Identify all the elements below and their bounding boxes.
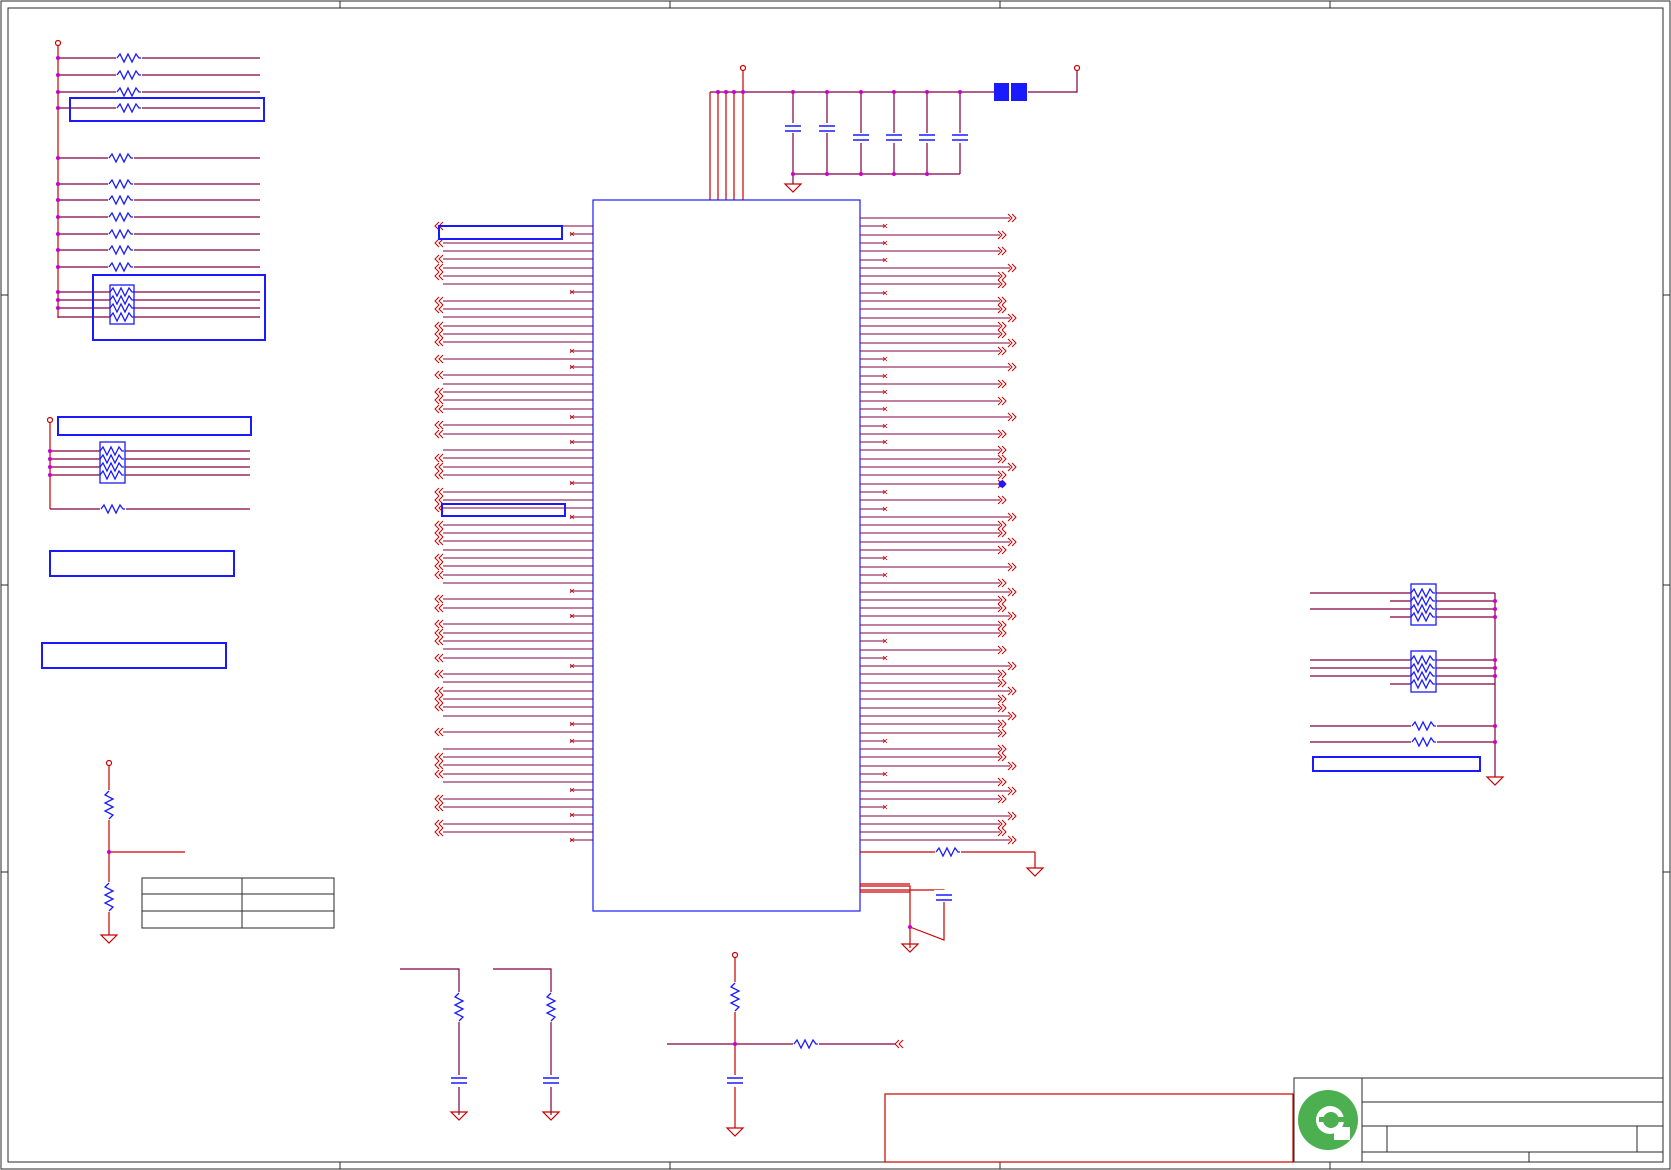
off-page-connector-icon — [434, 254, 444, 264]
off-page-connector-icon — [434, 429, 444, 439]
off-page-connector-icon — [434, 495, 444, 505]
company-logo-icon — [1298, 1090, 1358, 1150]
pullup-resistor-block-2 — [41, 416, 252, 669]
off-page-connector-icon — [434, 395, 444, 405]
off-page-connector-icon — [434, 570, 444, 580]
off-page-connector-icon — [434, 304, 444, 314]
schematic-sheet — [0, 0, 1671, 1170]
resistor-network-icon — [99, 441, 126, 484]
voltage-divider — [100, 759, 335, 944]
off-page-connector-icon — [434, 702, 444, 712]
off-page-connector-icon — [434, 462, 444, 472]
off-page-connector-icon — [434, 370, 444, 380]
note-box — [57, 416, 252, 436]
off-page-connector-icon — [434, 694, 444, 704]
off-page-connector-icon — [434, 594, 444, 604]
off-page-connector-icon — [434, 321, 444, 331]
off-page-connector-icon — [434, 453, 444, 463]
pullup-resistor-block — [54, 39, 266, 341]
off-page-connector-icon — [434, 669, 444, 679]
off-page-connector-icon — [434, 337, 444, 347]
off-page-connector-icon — [894, 1039, 904, 1049]
test-point-icon — [998, 480, 1006, 488]
off-page-connector-icon — [434, 819, 444, 829]
off-page-connector-icon — [434, 628, 444, 638]
off-page-connector-icon — [434, 520, 444, 530]
off-page-connector-icon — [434, 329, 444, 339]
off-page-connector-icon — [434, 619, 444, 629]
bottom-rc-filters — [400, 951, 904, 1137]
off-page-connector-icon — [434, 561, 444, 571]
note-box — [1312, 756, 1481, 772]
off-page-connector-icon — [434, 271, 444, 281]
off-page-connector-icon — [434, 296, 444, 306]
off-page-connector-icon — [434, 827, 444, 837]
off-page-connector-icon — [434, 238, 444, 248]
title-block — [884, 1077, 1664, 1163]
power-port-icon — [739, 64, 747, 72]
right-resistor-arrays — [1310, 583, 1504, 786]
ic-left-pins — [434, 221, 593, 843]
note-box — [441, 503, 566, 517]
off-page-connector-icon — [434, 636, 444, 646]
power-port-icon — [105, 759, 113, 767]
resistor-network-icon — [1410, 583, 1437, 626]
note-box — [69, 97, 265, 122]
power-port-icon — [731, 951, 739, 959]
off-page-connector-icon — [434, 354, 444, 364]
off-page-connector-icon — [434, 769, 444, 779]
resistor-network-icon — [1410, 650, 1437, 693]
power-decoupling — [709, 64, 1081, 200]
off-page-connector-icon — [434, 686, 444, 696]
off-page-connector-icon — [434, 528, 444, 538]
off-page-connector-icon — [434, 404, 444, 414]
note-box — [49, 550, 235, 577]
ic-right-pins — [860, 213, 1017, 845]
off-page-connector-icon — [434, 802, 444, 812]
off-page-connector-icon — [434, 752, 444, 762]
ground-icon — [1486, 776, 1504, 786]
note-box — [438, 225, 563, 240]
ground-icon — [726, 1127, 744, 1137]
ground-icon — [100, 934, 118, 944]
off-page-connector-icon — [434, 553, 444, 563]
off-page-connector-icon — [434, 470, 444, 480]
main-ic-body — [592, 199, 861, 912]
ic-bottom-right-circuit — [860, 847, 1044, 953]
power-port-icon — [1073, 64, 1081, 72]
note-box — [41, 642, 227, 669]
off-page-connector-icon — [434, 603, 444, 613]
resistor-network-icon — [109, 284, 135, 325]
ground-icon — [784, 183, 802, 193]
off-page-connector-icon — [434, 420, 444, 430]
off-page-connector-icon — [434, 653, 444, 663]
off-page-connector-icon — [434, 727, 444, 737]
off-page-connector-icon — [434, 794, 444, 804]
ground-icon — [1026, 867, 1044, 877]
off-page-connector-icon — [434, 760, 444, 770]
off-page-connector-icon — [434, 387, 444, 397]
power-port-icon — [46, 416, 54, 424]
power-port-icon — [54, 39, 62, 47]
off-page-connector-icon — [434, 487, 444, 497]
option-table — [141, 877, 335, 929]
off-page-connector-icon — [434, 536, 444, 546]
off-page-connector-icon — [434, 263, 444, 273]
